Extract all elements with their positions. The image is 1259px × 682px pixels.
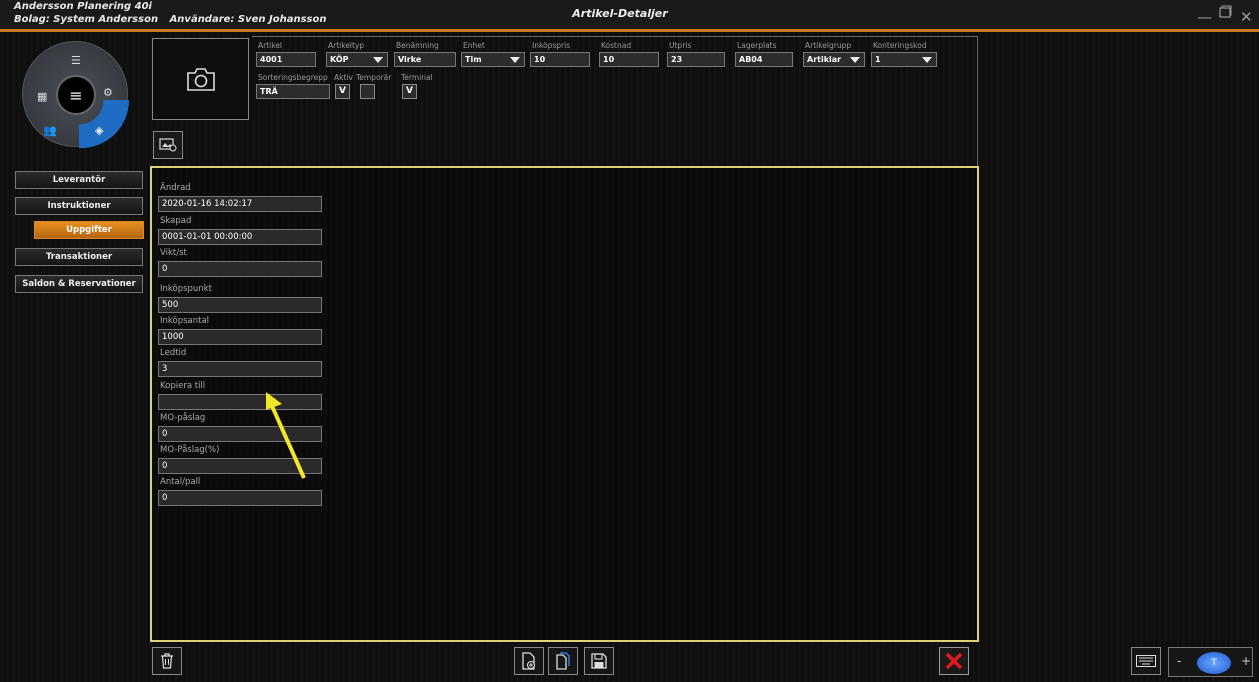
detail-field-inkopspunkt[interactable]: 500 (158, 297, 322, 313)
detail-field-ledtid[interactable]: 3 (158, 361, 322, 377)
artikelgrupp-select[interactable]: Artiklar (803, 52, 865, 67)
sortering-field[interactable]: TRÄ (256, 84, 330, 99)
window-title: Artikel-Detaljer (572, 7, 668, 20)
trash-icon (161, 653, 173, 669)
detail-label-mo-paslag: MO-påslag (160, 413, 206, 423)
calculator-icon[interactable]: ▦ (37, 90, 47, 103)
kostnad-label: Kostnad (601, 41, 632, 50)
annotation-arrow (266, 392, 306, 479)
detail-label-skapad: Skapad (160, 216, 192, 226)
utpris-label: Utpris (669, 41, 692, 50)
menu-center-button[interactable]: ≡ (56, 75, 96, 115)
inkopspris-label: Inköpspris (532, 41, 571, 50)
copy-button[interactable] (548, 647, 578, 675)
benamning-field[interactable]: Virke (394, 52, 456, 67)
app-name: Andersson Planering 40i (14, 1, 152, 12)
detail-label-antal-pall: Antal/pall (160, 477, 201, 487)
zoom-thumb[interactable]: T (1197, 652, 1231, 674)
artikel-field[interactable]: 4001 (256, 52, 316, 67)
settings-icon[interactable]: ⚙ (103, 86, 113, 99)
close-button[interactable] (939, 647, 969, 675)
enhet-label: Enhet (463, 41, 485, 50)
close-x-icon (945, 652, 963, 670)
new-button[interactable] (514, 647, 544, 675)
new-doc-icon (522, 652, 536, 670)
detail-label-kopiera-till: Kopiera till (160, 381, 206, 391)
detail-field-skapad[interactable]: 0001-01-01 00:00:00 (158, 229, 322, 245)
aktiv-label: Aktiv (334, 73, 353, 82)
kostnad-field[interactable]: 10 (599, 52, 659, 67)
zoom-minus-button[interactable]: - (1177, 654, 1181, 668)
company-label: Bolag: System Andersson (14, 14, 159, 25)
lagerplats-field[interactable]: AB04 (735, 52, 793, 67)
sidebar-item-transaktioner[interactable]: Transaktioner (15, 248, 143, 266)
detail-field-inkopsantal[interactable]: 1000 (158, 329, 322, 345)
detail-field-andrad[interactable]: 2020-01-16 14:02:17 (158, 196, 322, 212)
title-bar: Andersson Planering 40i Bolag: System An… (0, 0, 1259, 32)
minimize-icon[interactable]: — (1197, 8, 1212, 26)
aktiv-checkbox[interactable]: V (335, 84, 350, 99)
maximize-icon[interactable] (1218, 5, 1232, 23)
list-icon[interactable]: ☰ (71, 54, 81, 67)
user-label: Användare: Sven Johansson (169, 14, 327, 25)
save-icon (591, 653, 607, 669)
sidebar-item-saldon[interactable]: Saldon & Reservationer (15, 275, 143, 293)
box-icon[interactable]: ◈ (95, 124, 103, 137)
image-settings-button[interactable] (153, 131, 183, 159)
save-button[interactable] (584, 647, 614, 675)
keyboard-button[interactable] (1131, 647, 1161, 675)
konteringskod-select[interactable]: 1 (871, 52, 937, 67)
lagerplats-label: Lagerplats (737, 41, 777, 50)
artikeltyp-select[interactable]: KÖP (326, 52, 388, 67)
artikeltyp-label: Artikeltyp (328, 41, 365, 50)
detail-label-inkopsantal: Inköpsantal (160, 316, 210, 326)
zoom-control[interactable]: - T + (1168, 647, 1253, 677)
menu-wheel[interactable]: ☰ ⚙ ▦ 👥 ◈ ≡ (22, 41, 129, 148)
hamburger-icon: ≡ (69, 85, 83, 105)
detail-label-ledtid: Ledtid (160, 348, 187, 358)
copy-doc-icon (556, 652, 570, 670)
camera-icon (186, 68, 215, 91)
detail-label-inkopspunkt: Inköpspunkt (160, 284, 212, 294)
sortering-label: Sorteringsbegrepp (258, 73, 328, 82)
enhet-select[interactable]: Tim (461, 52, 525, 67)
detail-field-vikt[interactable]: 0 (158, 261, 322, 277)
image-settings-icon (159, 138, 177, 152)
article-photo[interactable] (152, 38, 249, 120)
benamning-label: Benämning (396, 41, 439, 50)
konteringskod-label: Konteringskod (873, 41, 927, 50)
sidebar-item-uppgifter[interactable]: Uppgifter (34, 221, 144, 239)
detail-label-andrad: Ändrad (160, 183, 191, 193)
sidebar-item-instruktioner[interactable]: Instruktioner (15, 197, 143, 215)
zoom-plus-button[interactable]: + (1241, 654, 1251, 668)
delete-button[interactable] (152, 647, 182, 675)
temporar-checkbox[interactable] (360, 84, 375, 99)
users-icon[interactable]: 👥 (43, 124, 57, 137)
session-info: Bolag: System Andersson Användare: Sven … (14, 14, 326, 25)
detail-field-antal-pall[interactable]: 0 (158, 490, 322, 506)
artikelgrupp-label: Artikelgrupp (805, 41, 852, 50)
keyboard-icon (1136, 655, 1156, 667)
terminal-checkbox[interactable]: V (402, 84, 417, 99)
artikel-label: Artikel (258, 41, 283, 50)
detail-label-vikt: Vikt/st (160, 248, 187, 258)
temporar-label: Temporär (356, 73, 392, 82)
utpris-field[interactable]: 23 (667, 52, 725, 67)
title-accent-line (0, 29, 1259, 32)
close-window-icon[interactable]: ✕ (1240, 8, 1253, 26)
inkopspris-field[interactable]: 10 (530, 52, 590, 67)
sidebar-item-leverantor[interactable]: Leverantör (15, 171, 143, 189)
terminal-label: Terminal (401, 73, 433, 82)
detail-label-mo-paslag-pct: MO-Påslag(%) (160, 445, 220, 455)
